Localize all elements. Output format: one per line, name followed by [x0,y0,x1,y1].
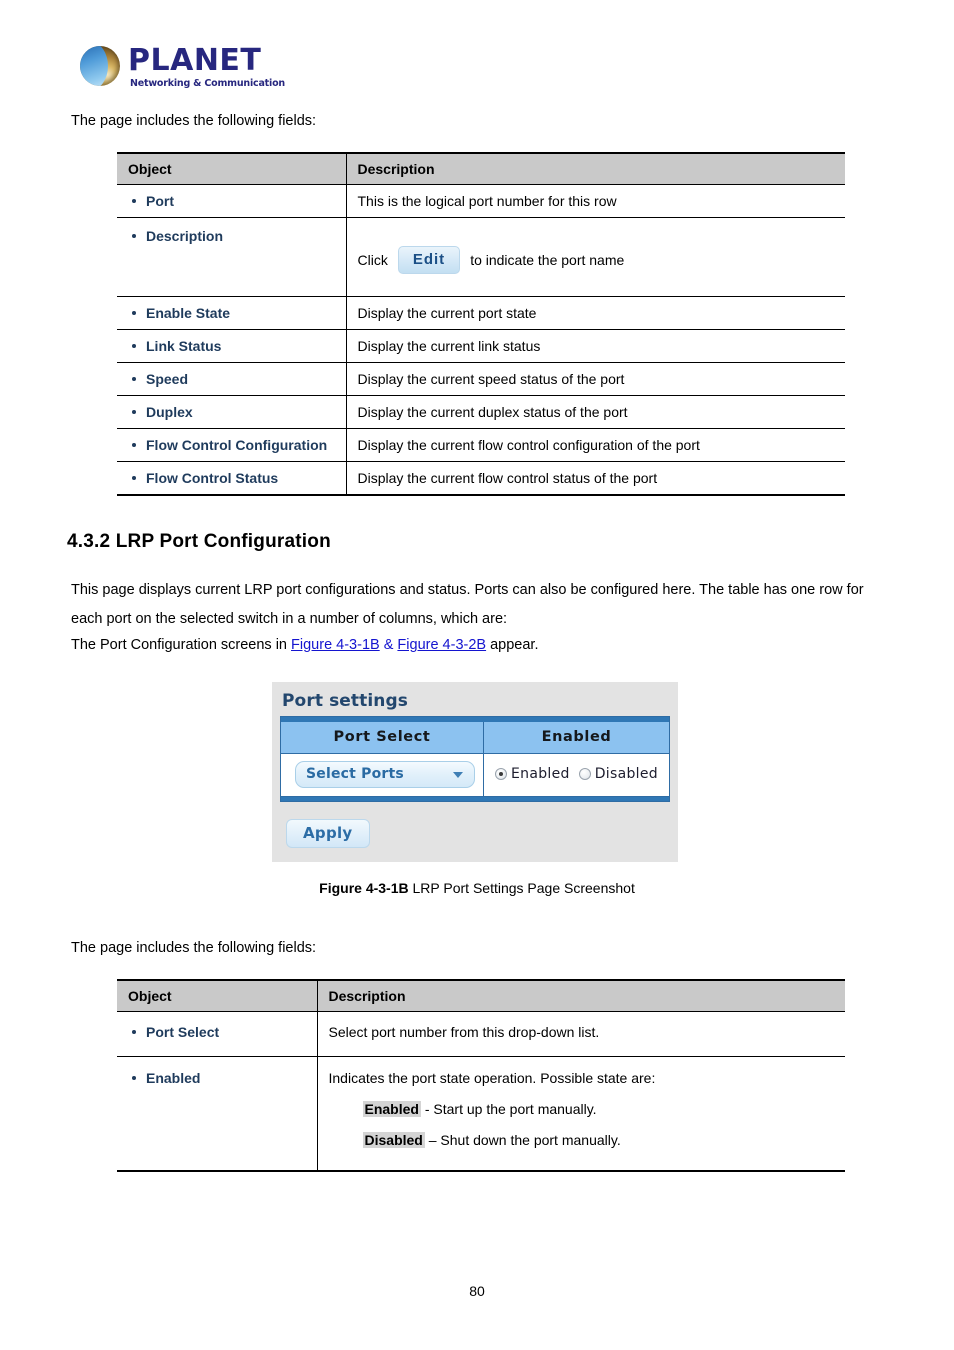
object-label: Port [128,191,336,211]
object-cell: Description [117,217,347,297]
apply-button[interactable]: Apply [286,818,370,848]
description-cell: Display the current duplex status of the… [346,395,845,429]
object-label: Flow Control Configuration [128,435,336,455]
state-enabled-badge: Enabled [362,1101,421,1117]
column-header-description: Description [346,152,845,185]
enabled-cell: Enabled Disabled [483,752,670,797]
object-label: Enable State [128,303,336,323]
port-settings-screenshot: Port settings Port Select Enabled Select… [272,682,678,862]
click-text: Click [357,252,388,268]
figure-ref-prefix: The Port Configuration screens in [71,637,292,653]
object-label: Speed [128,369,336,389]
description-cell: Display the current port state [346,296,845,330]
column-header-port-select: Port Select [280,721,484,754]
enabled-radio-group: Enabled Disabled [492,766,661,782]
figure-link-4-3-2b[interactable]: Figure 4-3-2B [397,637,486,653]
table-row: Flow Control Configuration Display the c… [117,428,845,462]
figure-ref-suffix: appear. [486,637,539,653]
radio-disabled-label: Disabled [594,766,658,782]
description-cell: Display the current speed status of the … [346,362,845,396]
table-row: Enable State Display the current port st… [117,296,845,330]
port-select-cell: Select Ports [280,752,484,797]
port-select-dropdown[interactable]: Select Ports [295,760,475,788]
description-cell: Display the current flow control configu… [346,428,845,462]
radio-disabled-indicator[interactable] [578,768,591,780]
state-enabled-line: Enabled - Start up the port manually. [362,1099,836,1119]
object-cell: Duplex [117,395,347,429]
column-header-description: Description [317,979,845,1012]
planet-globe-icon [80,46,120,86]
state-disabled-badge: Disabled [362,1132,425,1148]
object-cell: Speed [117,362,347,396]
section-paragraph: This page displays current LRP port conf… [71,582,864,627]
object-label: Link Status [128,336,336,356]
planet-logo: PLANET Networking & Communication [80,44,285,96]
table-row: Flow Control Status Display the current … [117,461,845,496]
figure-caption-label: Figure 4-3-1B [319,880,409,896]
port-settings-header-row: Port Select Enabled [280,721,670,754]
chevron-down-icon [453,772,463,778]
description-cell: This is the logical port number for this… [346,184,845,218]
column-header-object: Object [117,979,318,1012]
column-header-enabled: Enabled [483,721,670,754]
radio-enabled-label: Enabled [511,766,570,782]
table-bottom-strip [280,796,670,801]
table-header-row: Object Description [117,979,845,1012]
table-header-row: Object Description [117,152,845,185]
lead-paragraph-1: The page includes the following fields: [71,113,317,129]
object-cell: Port Select [117,1011,318,1057]
description-cell: Click Edit to indicate the port name [346,217,845,297]
radio-enabled-indicator[interactable] [495,768,508,780]
object-cell: Enabled [117,1056,318,1172]
object-label: Duplex [128,402,336,422]
radio-enabled[interactable]: Enabled [495,766,570,782]
object-cell: Port [117,184,347,218]
description-cell: Display the current link status [346,329,845,363]
object-cell: Flow Control Configuration [117,428,347,462]
object-cell: Enable State [117,296,347,330]
port-select-value: Select Ports [306,765,404,782]
column-header-object: Object [117,152,347,185]
description-cell: Indicates the port state operation. Poss… [317,1056,845,1172]
edit-button[interactable]: Edit [397,246,461,274]
port-settings-title: Port settings [282,691,408,711]
table-row: Enabled Indicates the port state operati… [117,1056,845,1172]
radio-disabled[interactable]: Disabled [578,766,658,782]
table-row: Description Click Edit to indicate the p… [117,217,845,297]
object-label: Flow Control Status [128,468,336,488]
figure-link-joiner: & [379,637,398,653]
page-number: 80 [469,1283,485,1299]
figure-reference-line: The Port Configuration screens in Figure… [71,635,866,655]
port-settings-body-row: Select Ports Enabled Disabled [280,752,670,797]
description-cell: Display the current flow control status … [346,461,845,496]
state-disabled-text: – Shut down the port manually. [424,1132,621,1148]
description-intro: Indicates the port state operation. Poss… [328,1070,656,1086]
object-label: Enabled [128,1068,307,1088]
table-row: Link Status Display the current link sta… [117,329,845,363]
section-heading: 4.3.2 LRP Port Configuration [67,531,331,552]
object-label: Description [128,226,336,246]
object-cell: Flow Control Status [117,461,347,496]
indicate-port-name-text: to indicate the port name [470,252,625,268]
state-enabled-text: - Start up the port manually. [420,1101,597,1117]
figure-caption-text: LRP Port Settings Page Screenshot [408,880,635,896]
lrp-port-config-fields-table: Object Description Port Select Select po… [117,979,845,1172]
lead-paragraph-2: The page includes the following fields: [71,940,317,956]
table-row: Port Select Select port number from this… [117,1011,845,1057]
table-row: Duplex Display the current duplex status… [117,395,845,429]
port-status-fields-table: Object Description Port This is the logi… [117,152,845,496]
object-cell: Link Status [117,329,347,363]
port-settings-table: Port Select Enabled Select Ports Enabled [280,716,670,802]
figure-caption: Figure 4-3-1B LRP Port Settings Page Scr… [0,880,954,896]
object-label: Port Select [128,1022,307,1042]
figure-link-4-3-1b[interactable]: Figure 4-3-1B [291,637,380,653]
logo-wordmark: PLANET [128,43,262,78]
description-cell: Select port number from this drop-down l… [317,1011,845,1057]
logo-tagline: Networking & Communication [130,78,285,89]
state-disabled-line: Disabled – Shut down the port manually. [362,1130,836,1150]
table-row: Port This is the logical port number for… [117,184,845,218]
table-row: Speed Display the current speed status o… [117,362,845,396]
